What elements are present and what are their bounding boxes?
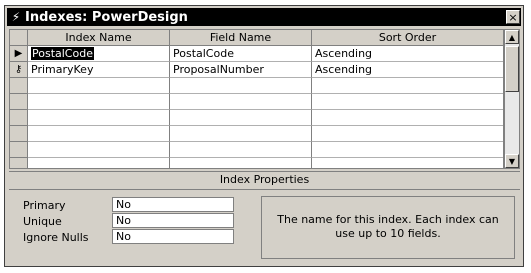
empty-row[interactable]: [10, 110, 503, 126]
indexes-window: ⚡ Indexes: PowerDesign × Index Name Fiel…: [4, 5, 524, 267]
scroll-up-icon[interactable]: ▲: [505, 30, 519, 44]
empty-cell[interactable]: [312, 126, 503, 142]
primary-label: Primary: [23, 199, 66, 212]
empty-cell[interactable]: [170, 126, 312, 142]
empty-cell[interactable]: [170, 78, 312, 94]
empty-cell[interactable]: [28, 78, 170, 94]
empty-cell[interactable]: [312, 142, 503, 158]
empty-row[interactable]: [10, 142, 503, 158]
empty-cell[interactable]: [28, 126, 170, 142]
empty-row[interactable]: [10, 94, 503, 110]
column-header-sort-order[interactable]: Sort Order: [312, 30, 503, 46]
row-selector[interactable]: [10, 94, 28, 110]
empty-cell[interactable]: [312, 78, 503, 94]
cell-sort-order[interactable]: Ascending: [312, 46, 503, 62]
empty-cell[interactable]: [312, 158, 503, 168]
primary-key-icon[interactable]: ⚷: [10, 62, 28, 78]
scroll-thumb[interactable]: [505, 46, 519, 92]
lightning-icon: ⚡: [11, 10, 21, 24]
column-header-field-name[interactable]: Field Name: [170, 30, 312, 46]
title-bar[interactable]: ⚡ Indexes: PowerDesign ×: [7, 8, 521, 26]
corner-selector[interactable]: [10, 30, 28, 46]
primary-field[interactable]: No: [112, 197, 234, 212]
column-header-index-name[interactable]: Index Name: [28, 30, 170, 46]
property-help-text: The name for this index. Each index can …: [261, 196, 515, 259]
empty-cell[interactable]: [312, 94, 503, 110]
ignore-nulls-label: Ignore Nulls: [23, 231, 89, 244]
row-selector[interactable]: [10, 158, 28, 168]
empty-cell[interactable]: [28, 142, 170, 158]
unique-field[interactable]: No: [112, 213, 234, 228]
cell-index-name[interactable]: PrimaryKey: [28, 62, 170, 78]
empty-row[interactable]: [10, 126, 503, 142]
table-row[interactable]: ▶ PostalCode PostalCode Ascending: [10, 46, 503, 62]
row-selector[interactable]: [10, 110, 28, 126]
index-grid: Index Name Field Name Sort Order ▶ Posta…: [9, 29, 504, 169]
current-row-icon[interactable]: ▶: [10, 46, 28, 62]
row-selector[interactable]: [10, 142, 28, 158]
close-button[interactable]: ×: [506, 10, 520, 24]
unique-label: Unique: [23, 215, 62, 228]
ignore-nulls-field[interactable]: No: [112, 229, 234, 244]
empty-cell[interactable]: [312, 110, 503, 126]
scroll-down-icon[interactable]: ▼: [505, 154, 519, 168]
selected-index-name[interactable]: PostalCode: [31, 47, 94, 60]
row-selector[interactable]: [10, 78, 28, 94]
empty-cell[interactable]: [28, 110, 170, 126]
empty-cell[interactable]: [28, 158, 170, 168]
empty-cell[interactable]: [170, 142, 312, 158]
vertical-scrollbar[interactable]: ▲ ▼: [504, 29, 520, 169]
table-row[interactable]: ⚷ PrimaryKey ProposalNumber Ascending: [10, 62, 503, 78]
index-properties-header: Index Properties: [9, 171, 520, 190]
cell-index-name[interactable]: PostalCode: [28, 46, 170, 62]
empty-cell[interactable]: [170, 94, 312, 110]
empty-cell[interactable]: [28, 94, 170, 110]
grid-header-row: Index Name Field Name Sort Order: [10, 30, 503, 46]
empty-row[interactable]: [10, 78, 503, 94]
empty-row[interactable]: [10, 158, 503, 168]
cell-field-name[interactable]: ProposalNumber: [170, 62, 312, 78]
window-title: Indexes: PowerDesign: [25, 9, 188, 25]
cell-field-name[interactable]: PostalCode: [170, 46, 312, 62]
empty-cell[interactable]: [170, 158, 312, 168]
cell-sort-order[interactable]: Ascending: [312, 62, 503, 78]
row-selector[interactable]: [10, 126, 28, 142]
empty-cell[interactable]: [170, 110, 312, 126]
